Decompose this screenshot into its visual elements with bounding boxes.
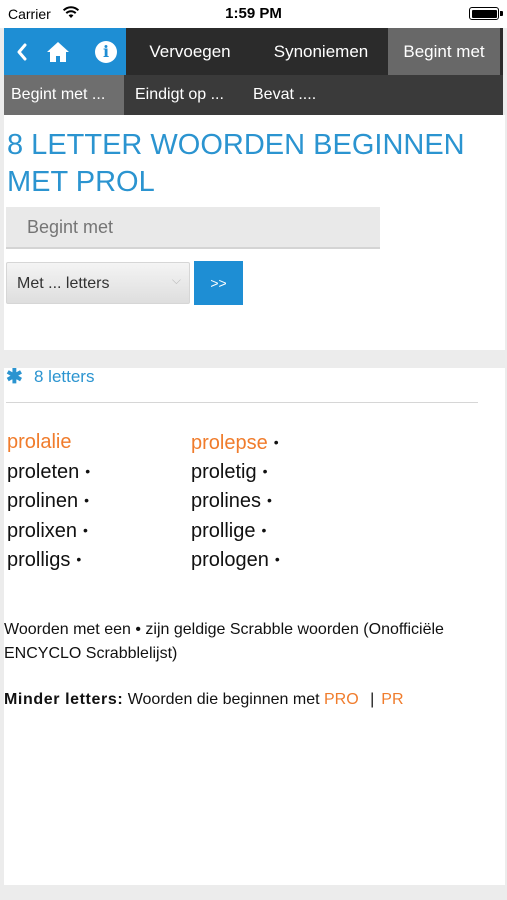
- scrabble-bullet: •: [85, 463, 91, 479]
- tab-vervoegen[interactable]: Vervoegen: [126, 28, 254, 75]
- scrabble-bullet: •: [262, 463, 268, 479]
- fewer-letters-row: Minder letters: Woorden die beginnen met…: [4, 691, 404, 709]
- chevron-down-icon: ⌵: [171, 273, 181, 287]
- word-text: prolepse: [191, 432, 268, 454]
- word-text: prolinen: [7, 490, 79, 512]
- scrabble-bullet: •: [267, 492, 272, 508]
- scrabble-bullet: •: [273, 434, 279, 450]
- scrabble-bullet: •: [76, 551, 82, 567]
- word-item[interactable]: proleten •: [7, 457, 90, 487]
- letter-count-label: 8 letters: [34, 367, 95, 386]
- word-text: proleten: [7, 461, 80, 483]
- fewer-letters-label: Minder letters:: [4, 691, 124, 708]
- word-item[interactable]: prolalie: [7, 428, 71, 457]
- clock: 1:59 PM: [225, 5, 282, 22]
- word-text: prolixen: [7, 520, 78, 542]
- word-item[interactable]: prolines •: [191, 486, 272, 516]
- back-button[interactable]: [4, 28, 40, 75]
- word-text: prolalie: [7, 431, 72, 453]
- word-text: proletig: [191, 461, 257, 483]
- search-input[interactable]: [6, 207, 380, 249]
- letters-select[interactable]: Met ... letters ⌵: [6, 262, 190, 304]
- scrabble-bullet: •: [83, 522, 88, 538]
- word-item[interactable]: proletig •: [191, 457, 268, 487]
- word-item[interactable]: prolepse •: [191, 428, 279, 458]
- scrabble-bullet: •: [84, 492, 90, 508]
- subtab-begint-met[interactable]: Begint met ...: [4, 75, 124, 115]
- go-button[interactable]: >>: [194, 261, 243, 305]
- results-panel: ✱ 8 letters prolalie proleten • prolinen •…: [4, 366, 505, 885]
- subtab-bevat[interactable]: Bevat ....: [246, 75, 356, 115]
- nav-icon-group: i: [4, 28, 126, 75]
- scrabble-bullet: •: [274, 551, 280, 567]
- word-text: prolines: [191, 490, 262, 512]
- link-pr[interactable]: PR: [381, 691, 403, 708]
- info-button[interactable]: i: [88, 28, 124, 75]
- word-item[interactable]: prolinen •: [7, 486, 89, 516]
- word-text: prollige: [191, 520, 256, 542]
- letter-count-heading: ✱ 8 letters: [6, 366, 95, 388]
- chevron-left-icon: [17, 43, 27, 60]
- search-panel: 8 LETTER WOORDEN BEGINNEN MET PROL Met .…: [4, 115, 505, 350]
- word-item[interactable]: prologen •: [191, 545, 280, 575]
- divider: [6, 402, 478, 403]
- tab-begint-met[interactable]: Begint met: [388, 28, 500, 75]
- letters-select-value: Met ... letters: [17, 275, 110, 292]
- info-icon: i: [95, 40, 117, 63]
- home-button[interactable]: [40, 28, 76, 75]
- battery-icon: [469, 7, 503, 20]
- word-item[interactable]: prollige •: [191, 516, 266, 546]
- tab-synoniemen[interactable]: Synoniemen: [254, 28, 388, 75]
- scrabble-legend: Woorden met een • zijn geldige Scrabble …: [4, 621, 444, 662]
- link-pro[interactable]: PRO: [324, 691, 359, 708]
- subtab-eindigt-op[interactable]: Eindigt op ...: [128, 75, 244, 115]
- scrabble-bullet: •: [261, 522, 267, 538]
- page-title: 8 LETTER WOORDEN BEGINNEN MET PROL: [7, 129, 465, 198]
- sub-nav: Begint met ... Eindigt op ... Bevat ....: [4, 75, 503, 115]
- fewer-letters-text: Woorden die beginnen met: [127, 691, 320, 708]
- home-icon: [47, 41, 69, 62]
- status-bar: Carrier 1:59 PM: [0, 0, 507, 28]
- link-separator: |: [370, 691, 375, 708]
- asterisk-icon: ✱: [6, 366, 23, 388]
- word-text: prologen: [191, 549, 269, 571]
- word-item[interactable]: prolixen •: [7, 516, 88, 546]
- word-item[interactable]: prolligs •: [7, 545, 81, 575]
- word-text: prolligs: [7, 549, 71, 571]
- main-nav: i Vervoegen Synoniemen Begint met: [4, 28, 503, 75]
